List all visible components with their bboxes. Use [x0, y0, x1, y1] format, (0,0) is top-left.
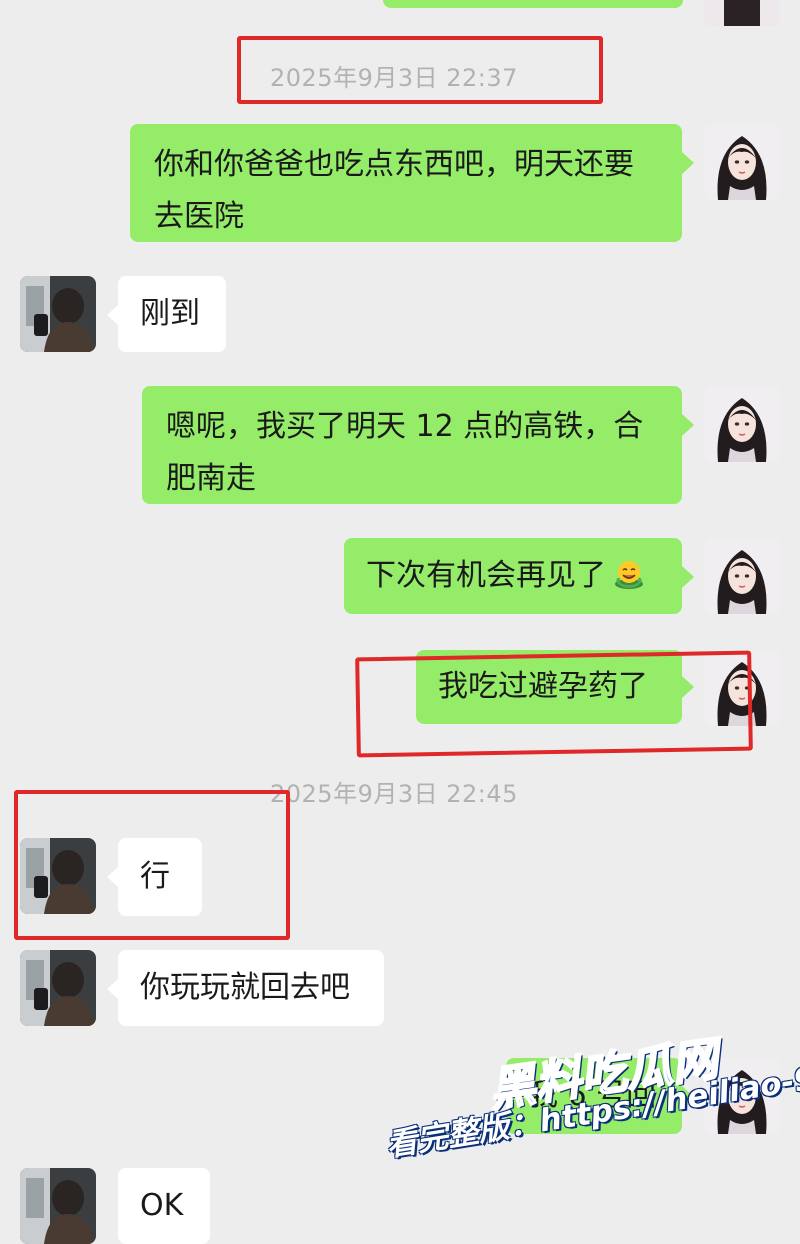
contact-avatar[interactable] [20, 950, 96, 1026]
self-avatar[interactable] [704, 538, 780, 614]
message-bubble-received[interactable]: 刚到 [118, 276, 226, 352]
message-bubble-sent-partial [383, 0, 683, 8]
contact-avatar[interactable] [20, 1168, 96, 1244]
message-text: 你玩玩就回去吧 [140, 970, 350, 1005]
bubble-tail [682, 676, 694, 698]
message-bubble-sent[interactable]: 你和你爸爸也吃点东西吧，明天还要去医院 [130, 124, 682, 242]
message-text: 行 [140, 859, 170, 894]
message-bubble-sent[interactable]: 嗯呢，我买了明天 12 点的高铁，合肥南走 [142, 386, 682, 504]
message-bubble-sent[interactable]: 我吃过避孕药了 [416, 650, 682, 724]
contact-avatar[interactable] [20, 276, 96, 352]
message-bubble-received[interactable]: 行 [118, 838, 202, 916]
message-text: 你和你爸爸也吃点东西吧，明天还要去医院 [154, 147, 634, 234]
self-avatar[interactable] [704, 124, 780, 200]
message-text: 下次有机会再见了 [366, 558, 606, 593]
contact-avatar[interactable] [20, 838, 96, 914]
message-bubble-sent[interactable]: 下次有机会再见了 [344, 538, 682, 614]
message-text: OK [140, 1188, 184, 1223]
self-avatar[interactable] [704, 386, 780, 462]
smiling-emoji-icon [612, 556, 646, 590]
bubble-tail [682, 414, 694, 436]
chat-timestamp: 2025年9月3日 22:37 [270, 64, 518, 92]
chat-timestamp: 2025年9月3日 22:45 [270, 780, 518, 808]
message-text: 我吃过避孕药了 [438, 669, 648, 704]
self-avatar-partial[interactable] [704, 0, 780, 26]
message-bubble-received[interactable]: OK [118, 1168, 210, 1244]
self-avatar[interactable] [704, 650, 780, 726]
bubble-tail [682, 566, 694, 588]
bubble-tail [682, 152, 694, 174]
message-text: 嗯呢，我买了明天 12 点的高铁，合肥南走 [166, 409, 644, 496]
message-bubble-received[interactable]: 你玩玩就回去吧 [118, 950, 384, 1026]
watermark-prefix: 看完整版： [383, 1103, 543, 1164]
message-text: 刚到 [140, 296, 200, 331]
